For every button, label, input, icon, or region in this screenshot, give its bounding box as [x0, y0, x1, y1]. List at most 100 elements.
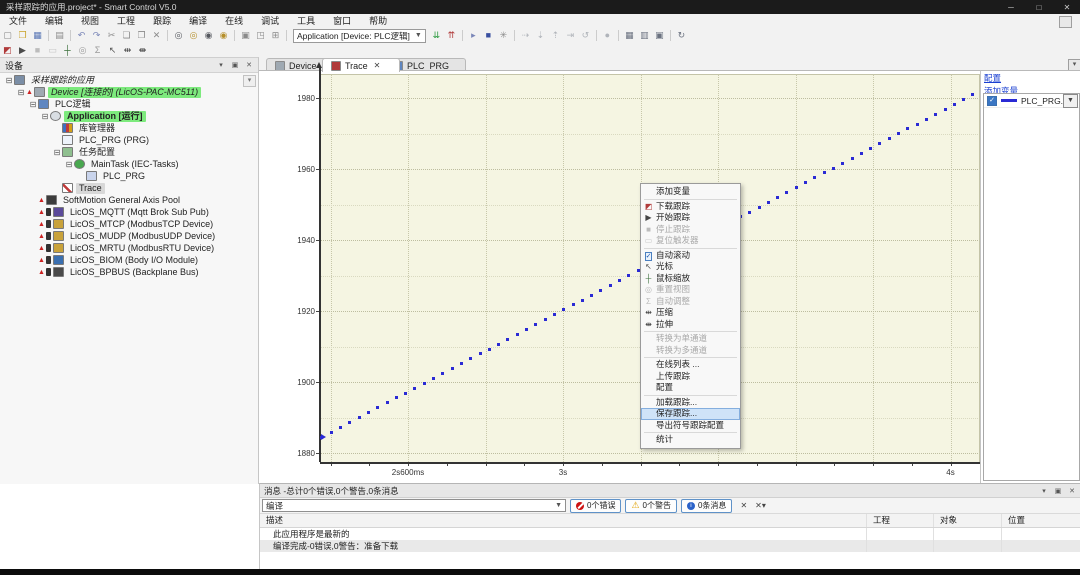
menu-11[interactable]: 帮助 [360, 14, 396, 28]
tree-item-trace[interactable]: Trace [0, 182, 258, 194]
start-icon[interactable]: ▸ [466, 29, 481, 42]
tree-item-plc-prg[interactable]: PLC_PRG (PRG) [0, 134, 258, 146]
message-row[interactable]: 此应用程序是最新的 [260, 528, 1080, 540]
panel-close-icon[interactable]: ✕ [244, 61, 254, 69]
breakpoint-icon[interactable]: ● [600, 29, 615, 42]
redo-icon[interactable]: ↷ [89, 29, 104, 42]
save-icon[interactable]: ▦ [30, 29, 45, 42]
compress-icon[interactable]: ⇹ [120, 44, 135, 57]
variable-dropdown-icon[interactable]: ▼ [1063, 94, 1078, 108]
tree-item-maintask[interactable]: ⊟MainTask (IEC-Tasks) [0, 158, 258, 170]
delete-all-messages-icon[interactable]: ✕▾ [755, 501, 766, 510]
stop-icon[interactable]: ■ [481, 29, 496, 42]
paste-icon[interactable]: ❐ [134, 29, 149, 42]
menu-save-trace[interactable]: 保存跟踪... [641, 408, 740, 420]
select-arrow-icon[interactable]: ↖ [105, 44, 120, 57]
menu-auto-scroll[interactable]: ✓自动滚动 [641, 250, 740, 262]
delete-icon[interactable]: ✕ [149, 29, 164, 42]
messages-filter-button[interactable]: i 0条消息 [681, 499, 732, 513]
single-cycle-icon[interactable]: ✳ [496, 29, 511, 42]
menu-1[interactable]: 文件 [0, 14, 36, 28]
menu-statistics[interactable]: 统计 [641, 434, 740, 446]
menu-5[interactable]: 跟踪 [144, 14, 180, 28]
tree-item-licos-mudp[interactable]: ▲LicOS_MUDP (ModbusUDP Device) [0, 230, 258, 242]
trace-variable-row[interactable]: ✓PLC_PRG.i▼ [984, 94, 1079, 108]
menu-export-symbolic-trace-config[interactable]: 导出符号跟踪配置 [641, 420, 740, 432]
copy-icon[interactable]: ❏ [119, 29, 134, 42]
trace-config-link[interactable]: 配置 [984, 72, 1080, 84]
find-next-icon[interactable]: ◎ [186, 29, 201, 42]
menu-compress[interactable]: ⇹压缩 [641, 307, 740, 319]
expander-icon[interactable]: ⊟ [40, 112, 50, 121]
expander-icon[interactable]: ⊟ [64, 160, 74, 169]
menu-stretch[interactable]: ⇼拉伸 [641, 319, 740, 331]
tree-item-library-manager[interactable]: 库管理器 [0, 122, 258, 134]
start-trace-icon[interactable]: ▶ [15, 44, 30, 57]
stop-trace-icon[interactable]: ■ [30, 44, 45, 57]
reset-icon[interactable]: ↺ [578, 29, 593, 42]
tree-item-task-config[interactable]: ⊟任务配置 [0, 146, 258, 158]
menu-cursor[interactable]: ↖光标 [641, 261, 740, 273]
open-project-icon[interactable]: ❒ [15, 29, 30, 42]
tree-item-licos-mtcp[interactable]: ▲LicOS_MTCP (ModbusTCP Device) [0, 218, 258, 230]
panel-dropdown-icon[interactable]: ▾ [216, 61, 226, 69]
step-over-icon[interactable]: ⇢ [518, 29, 533, 42]
menu-upload-trace[interactable]: 上传跟踪 [641, 371, 740, 383]
menu-6[interactable]: 编译 [180, 14, 216, 28]
tree-item-plc-logic[interactable]: ⊟PLC逻辑 [0, 98, 258, 110]
tree-item-softmotion-axis-pool[interactable]: ▲SoftMotion General Axis Pool [0, 194, 258, 206]
new-file-icon[interactable]: ▢ [0, 29, 15, 42]
menu-9[interactable]: 工具 [288, 14, 324, 28]
errors-filter-button[interactable]: 0个错误 [570, 499, 621, 513]
run-to-cursor-icon[interactable]: ⇥ [563, 29, 578, 42]
menu-start-trace[interactable]: ▶开始跟踪 [641, 212, 740, 224]
expander-icon[interactable]: ⊟ [28, 100, 38, 109]
menu-7[interactable]: 在线 [216, 14, 252, 28]
expander-icon[interactable]: ⊟ [52, 148, 62, 157]
project-settings-icon[interactable]: ⊞ [268, 29, 283, 42]
panel-pin-icon[interactable]: ▣ [1053, 487, 1063, 495]
minimize-button[interactable]: ─ [1004, 3, 1018, 12]
column-header-1[interactable]: 描述 [266, 514, 283, 527]
simulation-icon[interactable]: ▣ [652, 29, 667, 42]
maximize-button[interactable]: □ [1032, 3, 1046, 12]
auto-fit-icon[interactable]: Σ [90, 44, 105, 57]
expander-icon[interactable]: ⊟ [4, 76, 14, 85]
monitoring-icon[interactable]: ▥ [637, 29, 652, 42]
application-selector[interactable]: Application [Device: PLC逻辑]▼ [293, 29, 426, 43]
menu-2[interactable]: 编辑 [36, 14, 72, 28]
stretch-icon[interactable]: ⇼ [135, 44, 150, 57]
cut-icon[interactable]: ✂ [104, 29, 119, 42]
clear-messages-icon[interactable]: ✕ [740, 501, 747, 510]
menu-mouse-zoom[interactable]: ┼鼠标缩放 [641, 273, 740, 285]
panel-pin-icon[interactable]: ▣ [230, 61, 240, 69]
mouse-zoom-icon[interactable]: ◎ [75, 44, 90, 57]
online-config-icon[interactable]: ▦ [622, 29, 637, 42]
panel-dropdown-icon[interactable]: ▾ [1039, 487, 1049, 495]
step-into-icon[interactable]: ⇣ [533, 29, 548, 42]
refresh-icon[interactable]: ↻ [674, 29, 689, 42]
expander-icon[interactable]: ⊟ [16, 88, 26, 97]
tree-item-maintask-plc-prg[interactable]: PLC_PRG [0, 170, 258, 182]
tree-item-licos-mqtt[interactable]: ▲LicOS_MQTT (Mqtt Brok Sub Pub) [0, 206, 258, 218]
close-button[interactable]: ✕ [1060, 3, 1074, 12]
tree-item-device[interactable]: ⊟▲Device [连接的] (LicOS-PAC-MC511) [0, 86, 258, 98]
find-icon[interactable]: ◎ [171, 29, 186, 42]
variable-checkbox[interactable]: ✓ [987, 96, 997, 106]
message-category-dropdown[interactable]: 编译 ▼ [262, 499, 566, 512]
column-header-2[interactable]: 工程 [873, 514, 890, 527]
warnings-filter-button[interactable]: ⚠ 0个警告 [625, 499, 677, 513]
tree-item-licos-bpbus[interactable]: ▲LicOS_BPBUS (Backplane Bus) [0, 266, 258, 278]
tree-item-application[interactable]: ⊟Application [运行] [0, 110, 258, 122]
column-header-4[interactable]: 位置 [1008, 514, 1025, 527]
reset-trigger-icon[interactable]: ▭ [45, 44, 60, 57]
menubar-extra-icon[interactable] [1059, 16, 1072, 28]
menu-online-list[interactable]: 在线列表 ... [641, 359, 740, 371]
tree-item-licos-mrtu[interactable]: ▲LicOS_MRTU (ModbusRTU Device) [0, 242, 258, 254]
panel-close-icon[interactable]: ✕ [1067, 487, 1077, 495]
tree-item-licos-biom[interactable]: ▲LicOS_BIOM (Body I/O Module) [0, 254, 258, 266]
generate-code-icon[interactable]: ◳ [253, 29, 268, 42]
logout-icon[interactable]: ⇈ [444, 29, 459, 42]
menu-10[interactable]: 窗口 [324, 14, 360, 28]
find-in-project-icon[interactable]: ◉ [201, 29, 216, 42]
